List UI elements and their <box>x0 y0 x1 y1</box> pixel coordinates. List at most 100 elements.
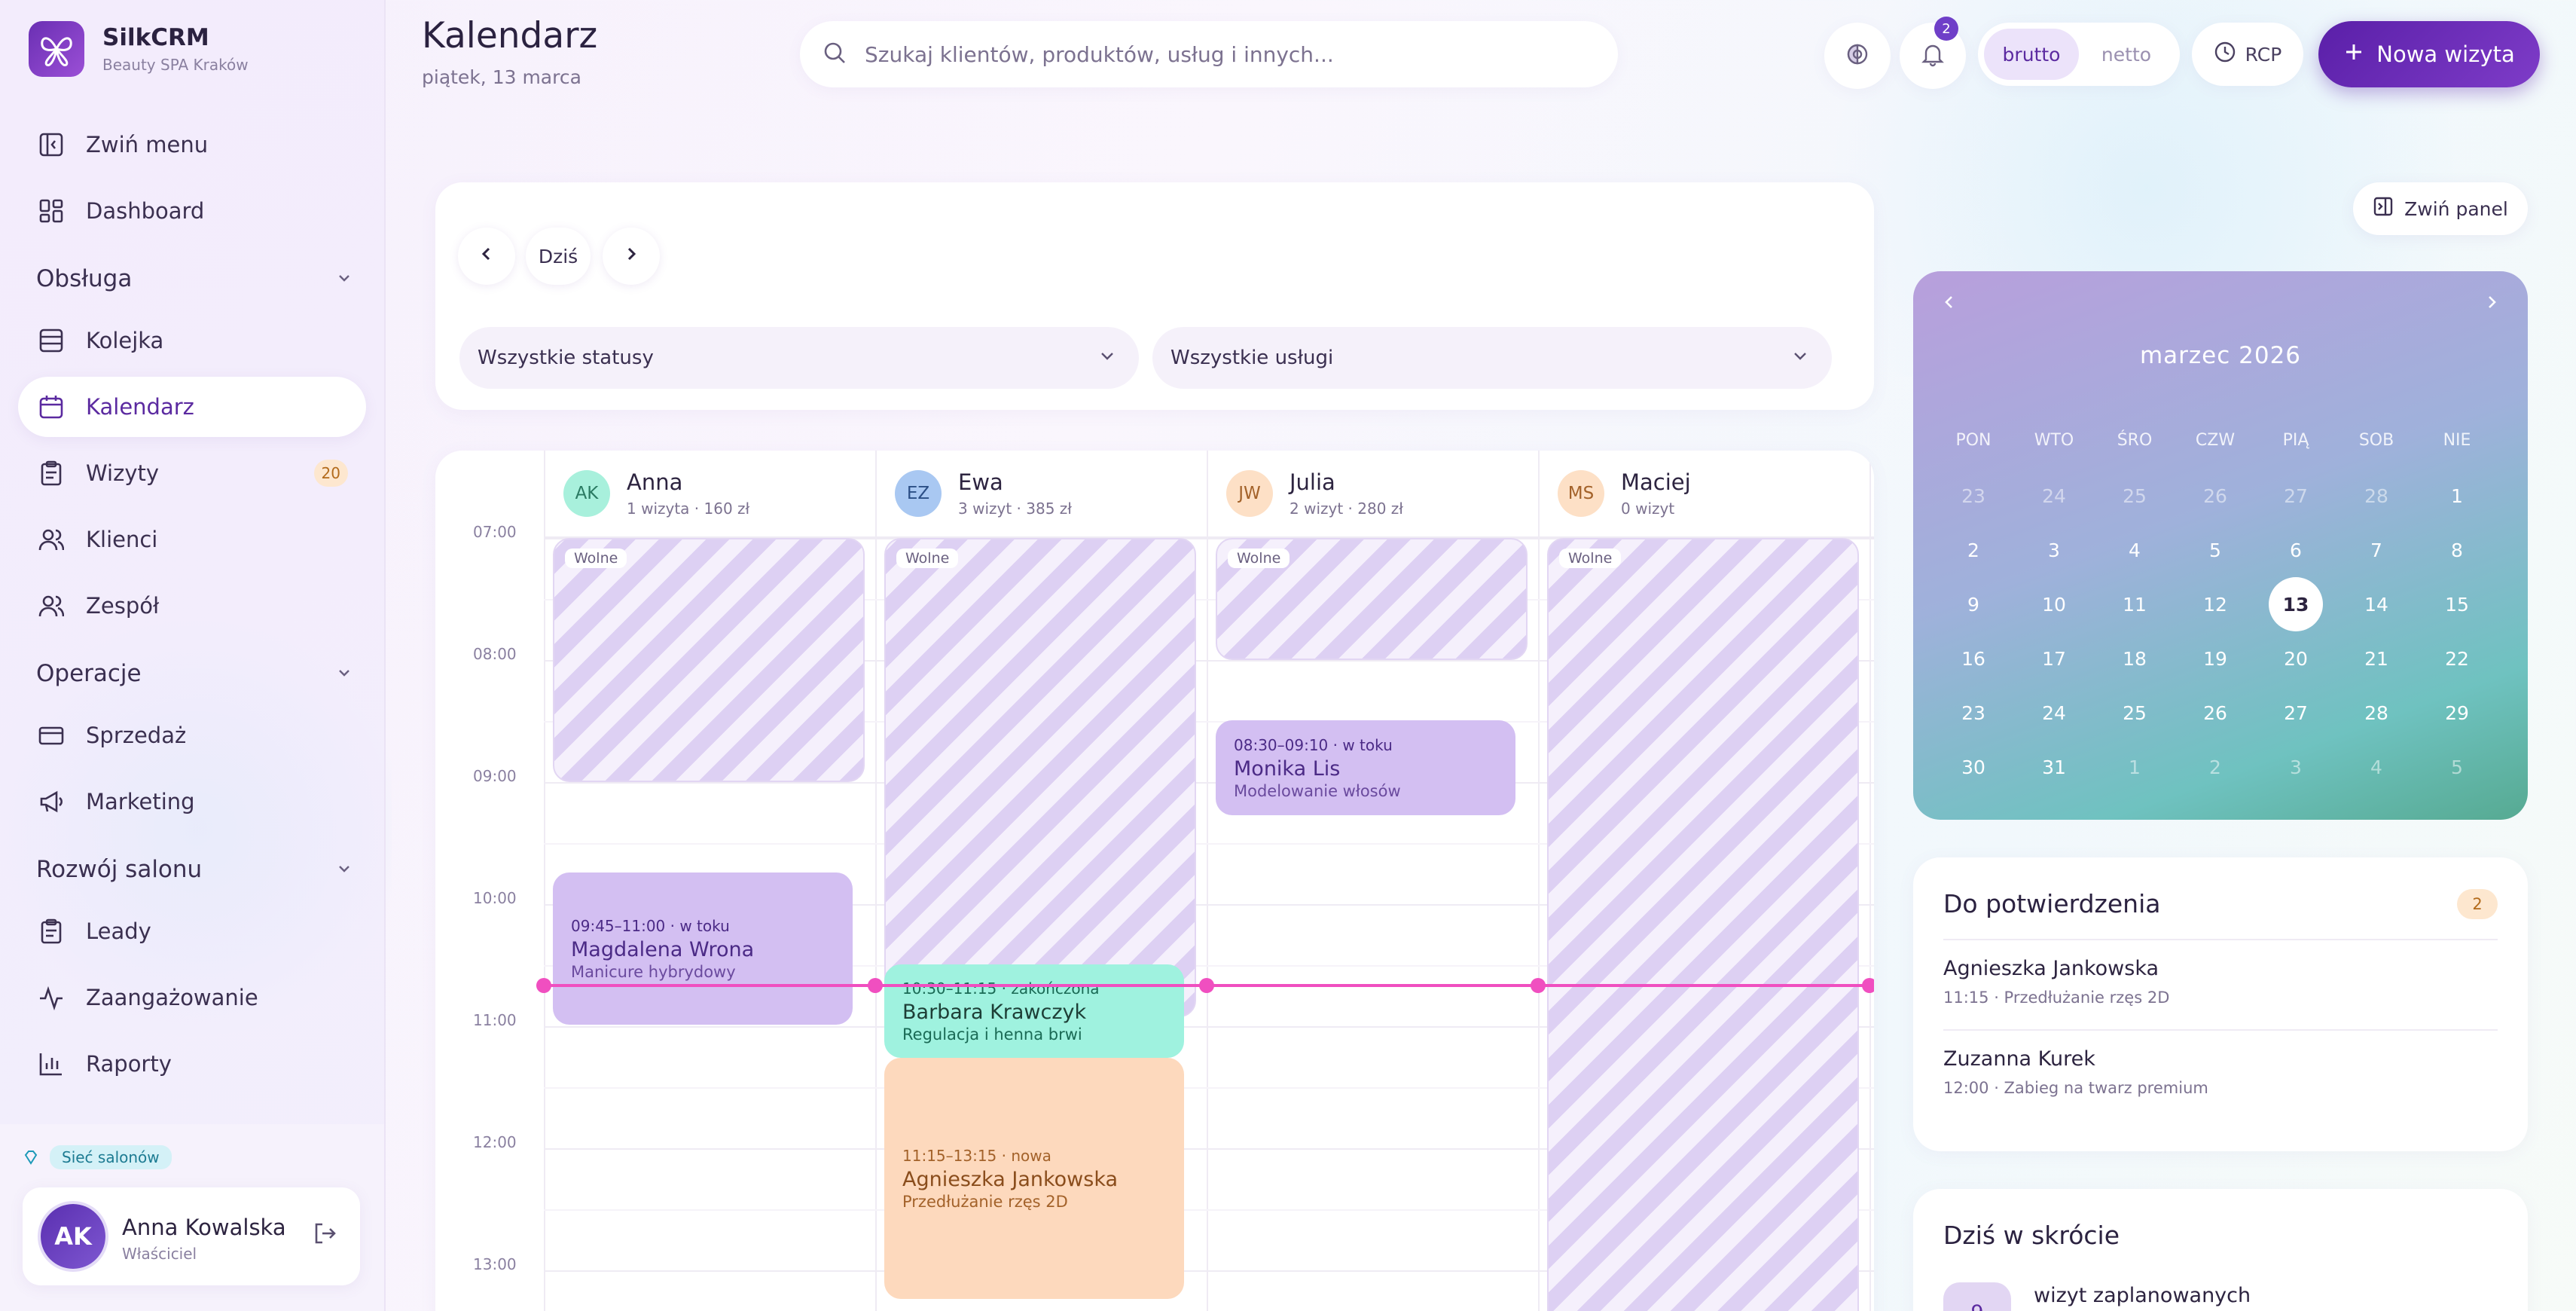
free-slot-label: Wolne <box>1228 549 1290 568</box>
appointment-card[interactable]: 09:45–11:00 · w toku Magdalena Wrona Man… <box>553 872 853 1025</box>
status-filter-select[interactable]: Wszystkie statusy <box>459 327 1139 389</box>
calendar-day[interactable]: 30 <box>1946 740 2001 794</box>
calendar-day[interactable]: 24 <box>2027 469 2081 523</box>
butterfly-icon <box>41 37 72 66</box>
calendar-day[interactable]: 1 <box>2107 740 2162 794</box>
calendar-day[interactable]: 29 <box>2430 686 2484 740</box>
weekday-label: PIĄ <box>2282 431 2309 450</box>
calendar-day[interactable]: 5 <box>2430 740 2484 794</box>
brand-logo[interactable] <box>29 21 84 77</box>
current-time-dot <box>868 978 883 993</box>
calendar-day[interactable]: 6 <box>2269 523 2323 577</box>
new-visit-button[interactable]: Nowa wizyta <box>2318 21 2540 87</box>
calendar-day[interactable]: 22 <box>2430 631 2484 686</box>
toggle-gross[interactable]: brutto <box>1984 29 2079 80</box>
confirm-item-name[interactable]: Zuzanna Kurek <box>1943 1047 2095 1071</box>
staff-column-ewa[interactable]: EZ Ewa 3 wizyt · 385 zł <box>877 451 1072 536</box>
calendar-day[interactable]: 4 <box>2107 523 2162 577</box>
plus-icon <box>2343 41 2364 68</box>
staff-column-maciej[interactable]: MS Maciej 0 wizyt <box>1540 451 1691 536</box>
calendar-day[interactable]: 24 <box>2027 686 2081 740</box>
service-filter-select[interactable]: Wszystkie usługi <box>1152 327 1832 389</box>
next-day-button[interactable] <box>603 228 660 285</box>
appointment-service: Manicure hybrydowy <box>571 962 736 981</box>
calendar-day[interactable]: 8 <box>2430 523 2484 577</box>
calendar-day[interactable]: 17 <box>2027 631 2081 686</box>
free-slot[interactable]: Wolne <box>1547 538 1859 1311</box>
sidebar-item-calendar[interactable]: Kalendarz <box>18 377 366 437</box>
calendar-day[interactable]: 26 <box>2188 686 2242 740</box>
today-button[interactable]: Dziś <box>526 228 591 285</box>
sidebar-item-team[interactable]: Zespół <box>18 576 366 636</box>
sidebar-item-queue[interactable]: Kolejka <box>18 310 366 371</box>
sidebar-item-marketing[interactable]: Marketing <box>18 772 366 832</box>
notifications-button[interactable]: 2 <box>1900 17 1966 89</box>
calendar-day[interactable]: 14 <box>2349 577 2404 631</box>
theme-toggle-button[interactable] <box>1824 23 1891 89</box>
calendar-day[interactable]: 1 <box>2430 469 2484 523</box>
confirm-item-name[interactable]: Agnieszka Jankowska <box>1943 957 2159 980</box>
free-slot[interactable]: Wolne <box>884 538 1196 1017</box>
calendar-day[interactable]: 28 <box>2349 469 2404 523</box>
calendar-day[interactable]: 23 <box>1946 469 2001 523</box>
calendar-day[interactable]: 18 <box>2107 631 2162 686</box>
sidebar-item-reports[interactable]: Raporty <box>18 1034 366 1094</box>
logout-icon[interactable] <box>312 1221 337 1249</box>
calendar-day[interactable]: 16 <box>1946 631 2001 686</box>
calendar-day[interactable]: 31 <box>2027 740 2081 794</box>
toggle-net[interactable]: netto <box>2079 29 2174 80</box>
search-bar[interactable] <box>800 21 1618 87</box>
calendar-day[interactable]: 7 <box>2349 523 2404 577</box>
collapse-menu-button[interactable]: Zwiń menu <box>18 115 366 175</box>
appointment-card[interactable]: 11:15–13:15 · nowa Agnieszka Jankowska P… <box>884 1058 1184 1299</box>
calendar-day[interactable]: 5 <box>2188 523 2242 577</box>
calendar-day[interactable]: 27 <box>2269 686 2323 740</box>
calendar-day[interactable]: 3 <box>2269 740 2323 794</box>
calendar-day[interactable]: 2 <box>1946 523 2001 577</box>
search-input[interactable] <box>865 41 1588 67</box>
staff-column-anna[interactable]: AK Anna 1 wizyta · 160 zł <box>545 451 749 536</box>
calendar-day[interactable]: 9 <box>1946 577 2001 631</box>
calendar-day[interactable]: 25 <box>2107 686 2162 740</box>
network-badge[interactable]: Sieć salonów <box>23 1145 172 1169</box>
collapse-panel-button[interactable]: Zwiń panel <box>2353 182 2528 235</box>
appointment-card[interactable]: 10:30–11:15 · zakończona Barbara Krawczy… <box>884 964 1184 1058</box>
calendar-day[interactable]: 3 <box>2027 523 2081 577</box>
calendar-day[interactable]: 13 <box>2269 577 2323 631</box>
calendar-day[interactable]: 25 <box>2107 469 2162 523</box>
rcp-button[interactable]: RCP <box>2192 23 2303 86</box>
price-mode-toggle[interactable]: brutto netto <box>1978 23 2180 86</box>
sidebar-item-visits[interactable]: Wizyty 20 <box>18 443 366 503</box>
calendar-day[interactable]: 23 <box>1946 686 2001 740</box>
calendar-day[interactable]: 28 <box>2349 686 2404 740</box>
sidebar-item-dashboard[interactable]: Dashboard <box>18 181 366 241</box>
next-month-button[interactable] <box>2483 288 2501 318</box>
staff-column-julia[interactable]: JW Julia 2 wizyt · 280 zł <box>1208 451 1403 536</box>
calendar-day[interactable]: 11 <box>2107 577 2162 631</box>
month-title: marzec 2026 <box>2139 342 2302 369</box>
sidebar-item-sales[interactable]: Sprzedaż <box>18 705 366 766</box>
section-growth[interactable]: Rozwój salonu <box>36 856 353 883</box>
appointment-card[interactable]: 08:30–09:10 · w toku Monika Lis Modelowa… <box>1216 720 1515 815</box>
sidebar-item-clients[interactable]: Klienci <box>18 509 366 570</box>
calendar-day[interactable]: 15 <box>2430 577 2484 631</box>
calendar-day[interactable]: 2 <box>2188 740 2242 794</box>
calendar-day[interactable]: 10 <box>2027 577 2081 631</box>
previous-month-button[interactable] <box>1940 288 1958 318</box>
calendar-day[interactable]: 19 <box>2188 631 2242 686</box>
calendar-day[interactable]: 20 <box>2269 631 2323 686</box>
calendar-day[interactable]: 21 <box>2349 631 2404 686</box>
free-slot[interactable]: Wolne <box>1216 538 1528 660</box>
user-card[interactable]: AK Anna Kowalska Właściciel <box>23 1187 360 1285</box>
sidebar-item-engagement[interactable]: Zaangażowanie <box>18 967 366 1028</box>
calendar-day[interactable]: 4 <box>2349 740 2404 794</box>
sidebar-item-leads[interactable]: Leady <box>18 901 366 961</box>
time-label: 13:00 <box>473 1255 517 1273</box>
calendar-day[interactable]: 26 <box>2188 469 2242 523</box>
calendar-day[interactable]: 27 <box>2269 469 2323 523</box>
previous-day-button[interactable] <box>458 228 515 285</box>
section-service[interactable]: Obsługa <box>36 265 353 292</box>
calendar-day[interactable]: 12 <box>2188 577 2242 631</box>
section-operations[interactable]: Operacje <box>36 660 353 687</box>
free-slot[interactable]: Wolne <box>553 538 865 782</box>
